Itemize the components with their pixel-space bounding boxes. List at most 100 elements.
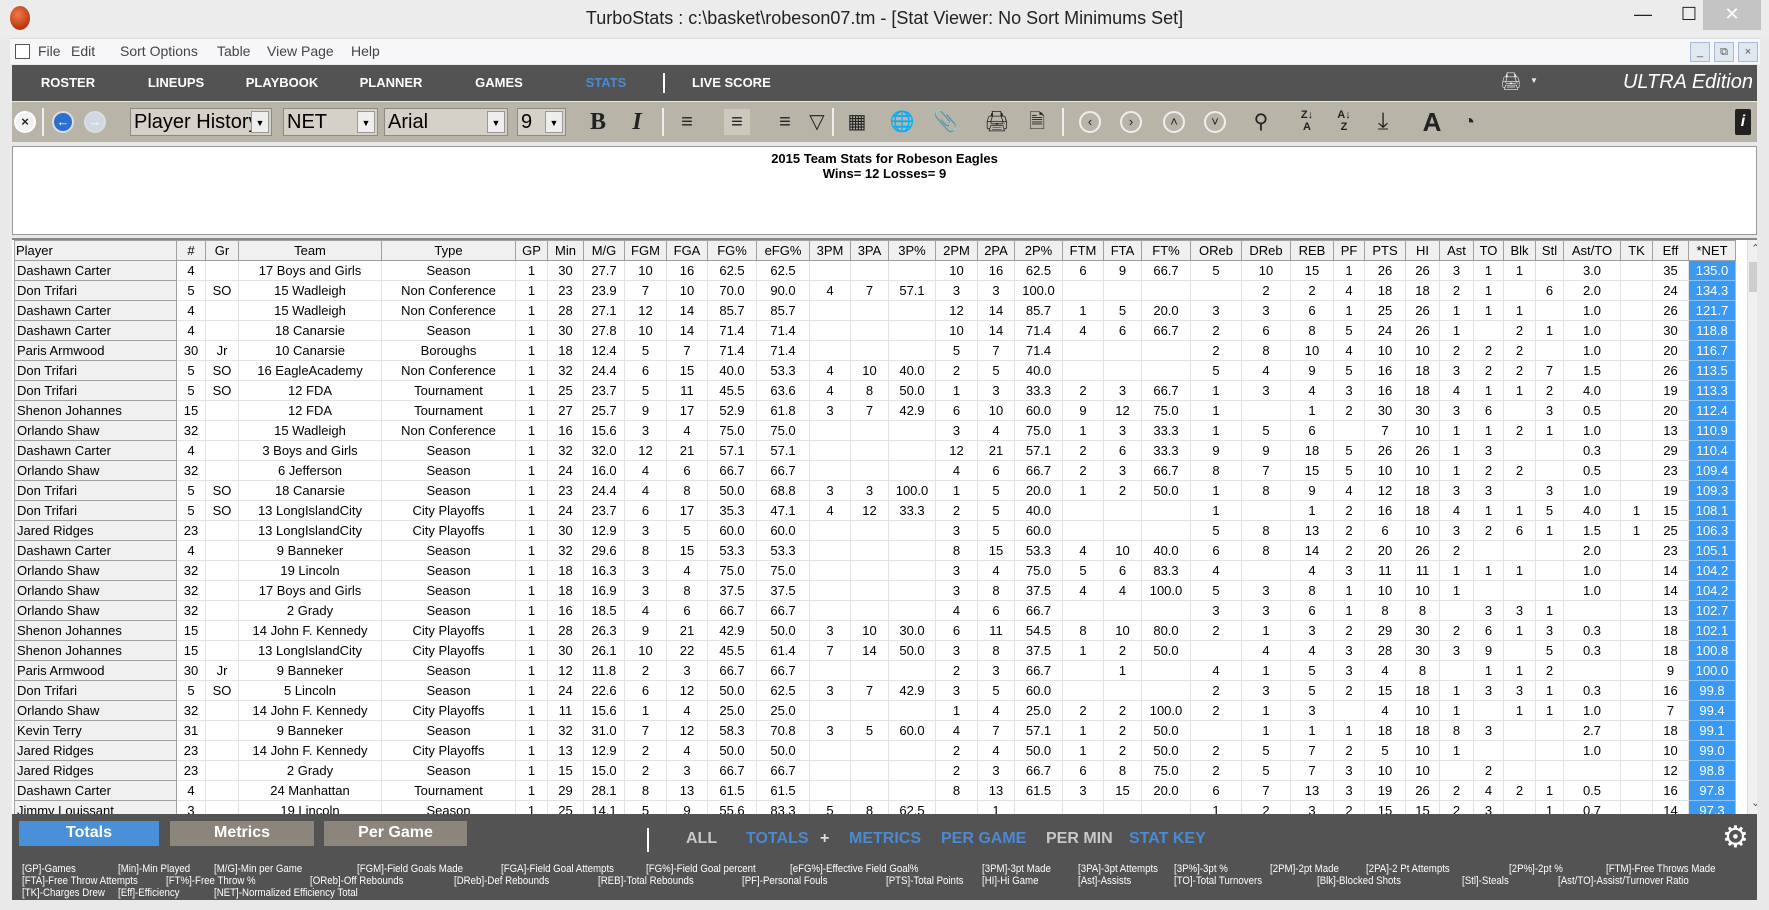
menu-edit[interactable]: Edit [71, 43, 95, 59]
column-header-number[interactable]: # [176, 240, 206, 261]
column-header-oreb[interactable]: OReb [1190, 240, 1242, 261]
info-icon[interactable]: i [1735, 109, 1751, 135]
table-row[interactable]: Don Trifari 5 SO 13 LongIslandCity City Play… [14, 500, 1736, 521]
scroll-up-icon[interactable]: ⌃ [1751, 242, 1757, 255]
table-row[interactable]: Paris Armwood 30 Jr 9 Banneker Season 1 12 11.8… [14, 660, 1736, 681]
nav-stats[interactable]: STATS [586, 75, 627, 90]
column-header-team[interactable]: Team [238, 240, 382, 261]
printer-icon[interactable]: 🖨 [1500, 72, 1522, 92]
table-row[interactable]: Dashawn Carter 4 17 Boys and Girls Season 1 3… [14, 260, 1736, 281]
table-row[interactable]: Orlando Shaw 32 19 Lincoln Season 1 18 16.3 3 4 7… [14, 560, 1736, 581]
column-header-fg[interactable]: FG% [707, 240, 757, 261]
column-header-player[interactable]: Player [14, 240, 177, 261]
link-per-min[interactable]: PER MIN [1046, 830, 1113, 848]
nav-playbook[interactable]: PLAYBOOK [246, 75, 318, 90]
column-header-3pm[interactable]: 3PM [809, 240, 851, 261]
align-left-icon[interactable]: ≡ [674, 109, 700, 135]
nav-roster[interactable]: ROSTER [41, 75, 95, 90]
table-row[interactable]: Jared Ridges 23 13 LongIslandCity City Play… [14, 520, 1736, 541]
back-arrow-icon[interactable]: ← [52, 111, 74, 133]
menu-table[interactable]: Table [217, 43, 250, 59]
column-header-fta[interactable]: FTA [1103, 240, 1142, 261]
column-header-efg[interactable]: eFG% [756, 240, 810, 261]
column-header-gr[interactable]: Gr [205, 240, 239, 261]
link-metrics[interactable]: METRICS [849, 830, 921, 848]
column-header-to[interactable]: TO [1473, 240, 1504, 261]
column-header-type[interactable]: Type [381, 240, 516, 261]
table-row[interactable]: Orlando Shaw 32 14 John F. Kennedy City Pla… [14, 700, 1736, 721]
table-row[interactable]: Don Trifari 5 SO 5 Lincoln Season 1 24 22.6 6 12 5… [14, 680, 1736, 701]
font-size-adjust-icon[interactable]: A [1418, 109, 1446, 135]
column-header-3pa[interactable]: 3PA [850, 240, 889, 261]
totals-button[interactable]: Totals [19, 821, 159, 846]
chevron-up-icon[interactable]: ˄ [1163, 111, 1185, 133]
align-right-icon[interactable]: ≡ [772, 109, 798, 135]
per-game-button[interactable]: Per Game [324, 821, 467, 846]
table-row[interactable]: Orlando Shaw 32 2 Grady Season 1 16 18.5 4 6 66.7… [14, 600, 1736, 621]
table-row[interactable]: Don Trifari 5 SO 18 Canarsie Season 1 23 24.4 4 8… [14, 480, 1736, 501]
italic-icon[interactable]: I [627, 109, 647, 135]
table-row[interactable]: Don Trifari 5 SO 16 EagleAcademy Non Confere… [14, 360, 1736, 381]
font-select[interactable]: Arial ▼ [384, 108, 508, 136]
menu-file[interactable]: File [38, 43, 61, 59]
align-center-icon[interactable]: ≡ [724, 109, 750, 135]
scrollbar-thumb[interactable] [1749, 262, 1757, 292]
column-header-ast-to[interactable]: Ast/TO [1563, 240, 1621, 261]
table-row[interactable]: Shenon Johannes 15 14 John F. Kennedy City … [14, 620, 1736, 641]
menu-view-page[interactable]: View Page [267, 43, 334, 59]
menu-sort-options[interactable]: Sort Options [120, 43, 198, 59]
column-header-hi[interactable]: HI [1405, 240, 1440, 261]
table-row[interactable]: Orlando Shaw 32 15 Wadleigh Non Conference 1… [14, 420, 1736, 441]
print-icon[interactable]: 🖨 [984, 109, 1010, 135]
column-header-ftm[interactable]: FTM [1062, 240, 1104, 261]
column-header-tk[interactable]: TK [1620, 240, 1653, 261]
minimize-button[interactable]: — [1620, 0, 1666, 30]
column-header-gp[interactable]: GP [515, 240, 548, 261]
column-header-pf[interactable]: PF [1333, 240, 1365, 261]
chevron-right-icon[interactable]: › [1120, 111, 1142, 133]
close-button[interactable]: ✕ [1703, 0, 1761, 30]
table-row[interactable]: Kevin Terry 31 9 Banneker Season 1 32 31.0 7 12 5… [14, 720, 1736, 741]
table-row[interactable]: Jared Ridges 23 14 John F. Kennedy City Pla… [14, 740, 1736, 761]
link-per-game[interactable]: PER GAME [941, 830, 1026, 848]
filter-icon[interactable]: ▽ [806, 109, 828, 135]
table-row[interactable]: Orlando Shaw 32 6 Jefferson Season 1 24 16.0 4 6… [14, 460, 1736, 481]
font-size-select[interactable]: 9 ▼ [517, 108, 566, 136]
table-row[interactable]: Dashawn Carter 4 3 Boys and Girls Season 1 32… [14, 440, 1736, 461]
column-header-3p[interactable]: 3P% [888, 240, 936, 261]
table-row[interactable]: Dashawn Carter 4 15 Wadleigh Non Conference… [14, 300, 1736, 321]
column-header-fga[interactable]: FGA [666, 240, 708, 261]
nav-lineups[interactable]: LINEUPS [148, 75, 204, 90]
chevron-left-icon[interactable]: ‹ [1079, 111, 1101, 133]
chevron-down-icon[interactable]: ▼ [1530, 76, 1538, 85]
link-totals[interactable]: TOTALS [746, 830, 809, 848]
menu-help[interactable]: Help [351, 43, 380, 59]
column-header-fgm[interactable]: FGM [624, 240, 667, 261]
paperclip-icon[interactable]: 📎 [933, 109, 959, 135]
column-header-ft[interactable]: FT% [1141, 240, 1191, 261]
table-row[interactable]: Don Trifari 5 SO 15 Wadleigh Non Conference 1… [14, 280, 1736, 301]
column-header-net[interactable]: *NET [1688, 240, 1736, 261]
forward-arrow-icon[interactable]: → [84, 111, 106, 133]
column-header-2pm[interactable]: 2PM [935, 240, 978, 261]
table-row[interactable]: Orlando Shaw 32 17 Boys and Girls Season 1 18… [14, 580, 1736, 601]
table-row[interactable]: Dashawn Carter 4 24 Manhattan Tournament 1 29… [14, 780, 1736, 801]
column-header-min[interactable]: Min [547, 240, 584, 261]
link-plus[interactable]: + [820, 830, 829, 848]
download-icon[interactable]: ⤓ [1370, 109, 1396, 135]
sort-ascending-icon[interactable]: A↓ Z [1333, 109, 1355, 135]
chevron-down-icon[interactable]: ˅ [1204, 111, 1226, 133]
table-row[interactable]: Dashawn Carter 4 18 Canarsie Season 1 30 27.8 1… [14, 320, 1736, 341]
mdi-restore-button[interactable]: ⧉ [1714, 42, 1734, 62]
column-header-eff[interactable]: Eff [1652, 240, 1689, 261]
table-row[interactable]: Shenon Johannes 15 13 LongIslandCity City P… [14, 640, 1736, 661]
column-header-ast[interactable]: Ast [1439, 240, 1474, 261]
column-header-m-g[interactable]: M/G [583, 240, 625, 261]
table-row[interactable]: Don Trifari 5 SO 12 FDA Tournament 1 25 23.7 5 11… [14, 380, 1736, 401]
grid-table-icon[interactable]: ▦ [844, 109, 870, 135]
link-stat-key[interactable]: STAT KEY [1129, 830, 1206, 848]
link-all[interactable]: ALL [686, 830, 717, 848]
table-row[interactable]: Jared Ridges 23 2 Grady Season 1 15 15.0 2 3 66.7… [14, 760, 1736, 781]
search-icon[interactable]: ⚲ [1248, 109, 1274, 135]
mdi-close-button[interactable]: × [1738, 42, 1758, 62]
